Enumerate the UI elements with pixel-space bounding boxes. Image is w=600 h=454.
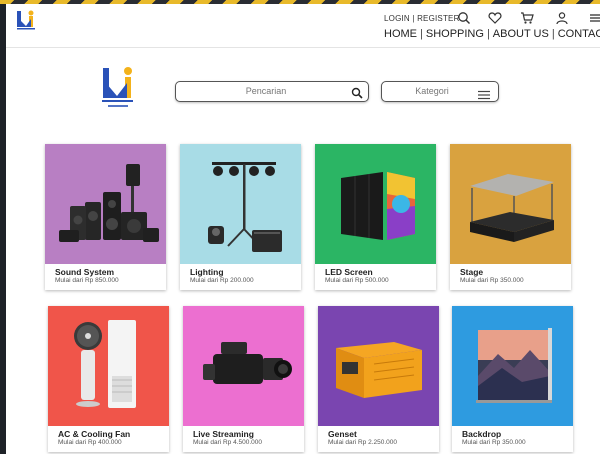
nav-home[interactable]: HOME <box>384 28 417 40</box>
backdrop-icon <box>452 306 573 426</box>
heart-icon[interactable] <box>488 11 502 25</box>
cooling-fan-icon <box>48 306 169 426</box>
nav-about-us[interactable]: ABOUT US <box>493 28 549 40</box>
product-image <box>450 144 571 264</box>
led-screen-icon <box>315 144 436 264</box>
nav-shopping[interactable]: SHOPPING <box>426 28 484 40</box>
nav-contact-us[interactable]: CONTACT US <box>558 28 600 40</box>
search-input[interactable]: Pencarian <box>176 86 356 96</box>
product-price: Mulai dari Rp 400.000 <box>58 439 122 446</box>
product-card[interactable]: Live Streaming Mulai dari Rp 4.500.000 <box>183 306 304 452</box>
stage-icon <box>450 144 571 264</box>
page: LOGIN | REGISTER HOME | SHOPPING | ABOUT US |… <box>6 4 600 454</box>
user-icon[interactable] <box>555 11 569 25</box>
menu-icon[interactable] <box>588 11 600 25</box>
product-title[interactable]: Lighting <box>190 267 224 277</box>
product-image <box>45 144 166 264</box>
category-label: Kategori <box>415 86 449 96</box>
main-nav: HOME|SHOPPING|ABOUT US|CONTACT US <box>384 28 600 40</box>
product-image <box>318 306 439 426</box>
register-link[interactable]: REGISTER <box>417 14 460 23</box>
product-title[interactable]: Genset <box>328 429 357 439</box>
product-image <box>48 306 169 426</box>
product-title[interactable]: Stage <box>460 267 483 277</box>
speaker-icon <box>45 144 166 264</box>
product-card[interactable]: LED Screen Mulai dari Rp 500.000 <box>315 144 436 290</box>
nav-separator: | <box>486 28 490 40</box>
product-card[interactable]: Stage Mulai dari Rp 350.000 <box>450 144 571 290</box>
product-title[interactable]: Live Streaming <box>193 429 254 439</box>
generator-icon <box>318 306 439 426</box>
product-price: Mulai dari Rp 350.000 <box>462 439 526 446</box>
product-price: Mulai dari Rp 500.000 <box>325 277 389 284</box>
product-price: Mulai dari Rp 2.250.000 <box>328 439 398 446</box>
nav-separator: | <box>551 28 555 40</box>
search-icon[interactable] <box>457 11 471 25</box>
menu-icon <box>478 87 490 100</box>
product-card[interactable]: Genset Mulai dari Rp 2.250.000 <box>318 306 439 452</box>
product-card[interactable]: Sound System Mulai dari Rp 850.000 <box>45 144 166 290</box>
product-price: Mulai dari Rp 4.500.000 <box>193 439 263 446</box>
product-image <box>180 144 301 264</box>
header: LOGIN | REGISTER HOME | SHOPPING | ABOUT US |… <box>6 4 600 48</box>
login-link[interactable]: LOGIN <box>384 14 410 23</box>
category-dropdown[interactable]: Kategori <box>381 81 499 102</box>
auth-links: LOGIN | REGISTER <box>384 14 460 23</box>
product-title[interactable]: LED Screen <box>325 267 373 277</box>
search-icon[interactable] <box>351 86 363 99</box>
cart-icon[interactable] <box>520 11 534 25</box>
product-price: Mulai dari Rp 350.000 <box>460 277 524 284</box>
stage-light-icon <box>180 144 301 264</box>
product-title[interactable]: Backdrop <box>462 429 501 439</box>
video-camera-icon <box>183 306 304 426</box>
product-image <box>183 306 304 426</box>
product-card[interactable]: Backdrop Mulai dari Rp 350.000 <box>452 306 573 452</box>
product-image <box>452 306 573 426</box>
product-title[interactable]: AC & Cooling Fan <box>58 429 130 439</box>
product-card[interactable]: AC & Cooling Fan Mulai dari Rp 400.000 <box>48 306 169 452</box>
product-price: Mulai dari Rp 850.000 <box>55 277 119 284</box>
page-logo-icon <box>102 67 133 107</box>
nav-separator: | <box>420 28 423 40</box>
product-title[interactable]: Sound System <box>55 267 114 277</box>
product-image <box>315 144 436 264</box>
brand-logo[interactable] <box>14 8 38 32</box>
page-logo <box>100 66 136 110</box>
auth-separator: | <box>412 14 415 23</box>
search-box[interactable]: Pencarian <box>175 81 369 102</box>
product-card[interactable]: Lighting Mulai dari Rp 200.000 <box>180 144 301 290</box>
brand-logo-icon <box>17 10 35 30</box>
product-price: Mulai dari Rp 200.000 <box>190 277 254 284</box>
